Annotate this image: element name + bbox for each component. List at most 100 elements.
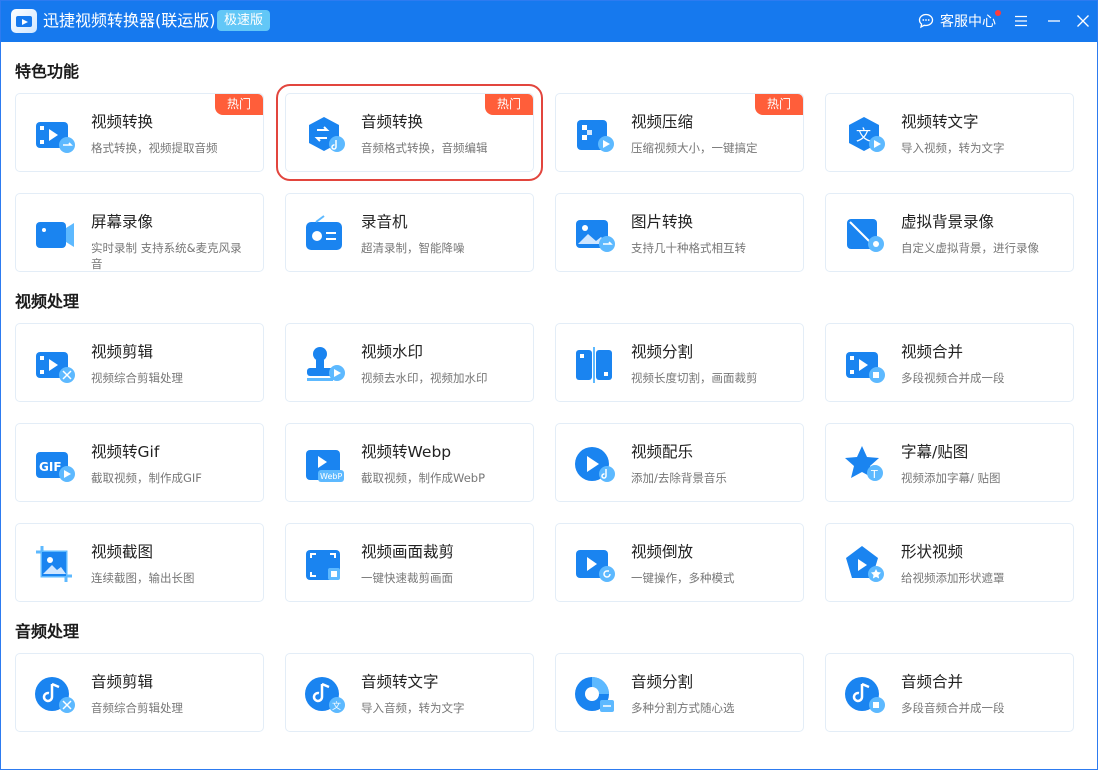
tool-card-audio-merge[interactable]: 音频合并多段音频合并成一段 bbox=[825, 653, 1074, 732]
customer-service-label: 客服中心 bbox=[940, 14, 996, 30]
svg-text:文: 文 bbox=[332, 700, 341, 712]
tool-description: 支持几十种格式相互转 bbox=[631, 241, 746, 255]
hamburger-menu-icon bbox=[1015, 15, 1027, 27]
hot-badge: 热门 bbox=[484, 94, 533, 115]
svg-text:WebP: WebP bbox=[320, 472, 342, 481]
tool-description: 压缩视频大小，一键搞定 bbox=[631, 141, 758, 155]
tool-name: 字幕/贴图 bbox=[901, 443, 969, 461]
tool-name: 视频画面裁剪 bbox=[361, 543, 455, 561]
tool-card-virtual-bg-record[interactable]: 虚拟背景录像 自定义虚拟背景，进行录像 bbox=[825, 193, 1074, 272]
webp-icon: WebP bbox=[306, 450, 344, 482]
tool-name: 音频剪辑 bbox=[91, 673, 154, 691]
tool-description: 给视频添加形状遮罩 bbox=[901, 571, 1005, 585]
audio-merge-icon bbox=[845, 677, 885, 713]
tool-name: 音频分割 bbox=[631, 673, 694, 691]
tool-description: 自定义虚拟背景，进行录像 bbox=[901, 241, 1039, 255]
tool-name: 视频水印 bbox=[361, 343, 424, 361]
tool-description: 视频长度切割，画面裁剪 bbox=[631, 371, 758, 385]
video-music-icon bbox=[575, 447, 615, 482]
tool-name: 视频剪辑 bbox=[91, 343, 154, 361]
audio-to-text-icon: 文 bbox=[305, 677, 345, 713]
subtitle-sticker-icon: T bbox=[845, 446, 883, 481]
tool-card-screenshot[interactable]: 视频截图 连续截图，输出长图 bbox=[15, 523, 264, 602]
screen-record-icon bbox=[36, 222, 74, 248]
section-title-features: 特色功能 bbox=[15, 62, 80, 81]
svg-text:GIF: GIF bbox=[39, 460, 62, 474]
tool-description: 多段视频合并成一段 bbox=[901, 371, 1005, 385]
tool-description: 超清录制，智能降噪 bbox=[361, 241, 465, 255]
screenshot-icon bbox=[36, 546, 72, 582]
video-compress-icon bbox=[577, 120, 614, 152]
video-edit-icon bbox=[36, 352, 75, 383]
tool-description: 截取视频，制作成GIF bbox=[91, 471, 202, 485]
close-button[interactable] bbox=[1073, 11, 1093, 31]
section-title-video: 视频处理 bbox=[15, 292, 80, 311]
tool-card-video-merge[interactable]: 视频合并多段视频合并成一段 bbox=[825, 323, 1074, 402]
svg-text:文: 文 bbox=[856, 126, 871, 144]
tool-description: 添加/去除背景音乐 bbox=[631, 471, 727, 485]
tool-name: 视频转文字 bbox=[901, 113, 979, 131]
tool-card-video-to-text[interactable]: 文 视频转文字导入视频，转为文字 bbox=[825, 93, 1074, 172]
tool-card-video-convert[interactable]: 视频转换 格式转换，视频提取音频 热门 bbox=[15, 93, 264, 172]
tool-description: 视频综合剪辑处理 bbox=[91, 371, 183, 385]
tool-description: 音频综合剪辑处理 bbox=[91, 701, 183, 715]
tool-card-video-music[interactable]: 视频配乐添加/去除背景音乐 bbox=[555, 423, 804, 502]
watermark-icon bbox=[307, 347, 345, 381]
tool-card-image-convert[interactable]: 图片转换 支持几十种格式相互转 bbox=[555, 193, 804, 272]
tool-card-reverse[interactable]: 视频倒放一键操作，多种模式 bbox=[555, 523, 804, 602]
tool-card-watermark[interactable]: 视频水印 视频去水印，视频加水印 bbox=[285, 323, 534, 402]
tool-name: 形状视频 bbox=[901, 543, 964, 561]
hot-badge: 热门 bbox=[754, 94, 803, 115]
minimize-button[interactable] bbox=[1044, 11, 1064, 31]
tool-description: 多种分割方式随心选 bbox=[631, 701, 735, 715]
tool-card-audio-split[interactable]: 音频分割多种分割方式随心选 bbox=[555, 653, 804, 732]
tool-name: 音频转换 bbox=[361, 113, 424, 131]
tool-card-video-split[interactable]: 视频分割视频长度切割，画面裁剪 bbox=[555, 323, 804, 402]
tool-description: 音频格式转换，音频编辑 bbox=[361, 141, 488, 155]
tool-name: 视频配乐 bbox=[631, 443, 694, 461]
tool-card-recorder[interactable]: 录音机超清录制，智能降噪 bbox=[285, 193, 534, 272]
tool-description: 一键快速裁剪画面 bbox=[361, 571, 453, 585]
tool-card-audio-convert[interactable]: 音频转换音频格式转换，音频编辑 热门 bbox=[276, 84, 543, 181]
tool-description: 导入视频，转为文字 bbox=[901, 141, 1005, 155]
tool-name: 视频分割 bbox=[631, 343, 694, 361]
tool-description: 实时录制 支持系统&麦克风录音 bbox=[91, 241, 242, 271]
tool-card-crop[interactable]: 视频画面裁剪一键快速裁剪画面 bbox=[285, 523, 534, 602]
tool-card-screen-record[interactable]: 屏幕录像实时录制 支持系统&麦克风录音 bbox=[15, 193, 264, 272]
hot-badge: 热门 bbox=[214, 94, 263, 115]
app-logo-icon bbox=[11, 9, 37, 33]
tool-card-shape-video[interactable]: 形状视频给视频添加形状遮罩 bbox=[825, 523, 1074, 602]
app-title: 迅捷视频转换器(联运版) bbox=[43, 11, 216, 30]
tool-description: 视频添加字幕/ 贴图 bbox=[901, 471, 1001, 485]
tool-card-audio-to-text[interactable]: 文 音频转文字 导入音频，转为文字 bbox=[285, 653, 534, 732]
notification-dot bbox=[995, 10, 1001, 16]
image-convert-icon bbox=[576, 220, 615, 252]
tool-name: 视频转Webp bbox=[361, 443, 452, 461]
video-merge-icon bbox=[846, 352, 885, 383]
tool-card-subtitle-sticker[interactable]: T 字幕/贴图视频添加字幕/ 贴图 bbox=[825, 423, 1074, 502]
app-window: 迅捷视频转换器(联运版) 极速版 客服中心 特色功能 视频处理 音频处理 视频转… bbox=[0, 0, 1098, 770]
tool-name: 视频倒放 bbox=[631, 543, 694, 561]
audio-convert-icon bbox=[309, 117, 345, 152]
close-icon bbox=[1077, 15, 1089, 27]
edition-badge: 极速版 bbox=[217, 10, 271, 31]
customer-service-button[interactable]: 客服中心 bbox=[918, 10, 1001, 31]
tool-name: 视频合并 bbox=[901, 343, 964, 361]
tool-card-video-compress[interactable]: 视频压缩压缩视频大小，一键搞定 热门 bbox=[555, 93, 804, 172]
tool-description: 多段音频合并成一段 bbox=[901, 701, 1005, 715]
tool-name: 视频压缩 bbox=[631, 113, 694, 131]
svg-text:T: T bbox=[870, 468, 878, 481]
tool-name: 音频合并 bbox=[901, 673, 964, 691]
tool-card-gif[interactable]: GIF 视频转Gif 截取视频，制作成GIF bbox=[15, 423, 264, 502]
tool-name: 屏幕录像 bbox=[91, 213, 154, 231]
tool-description: 一键操作，多种模式 bbox=[631, 571, 735, 585]
tool-card-audio-edit[interactable]: 音频剪辑音频综合剪辑处理 bbox=[15, 653, 264, 732]
tool-name: 录音机 bbox=[361, 213, 408, 231]
menu-button[interactable] bbox=[1011, 11, 1031, 31]
tool-name: 视频截图 bbox=[91, 543, 154, 561]
tool-card-webp[interactable]: WebP 视频转Webp 截取视频，制作成WebP bbox=[285, 423, 534, 502]
tool-description: 截取视频，制作成WebP bbox=[361, 471, 486, 485]
tool-name: 视频转换 bbox=[91, 113, 154, 131]
audio-split-icon bbox=[575, 677, 614, 712]
tool-card-video-edit[interactable]: 视频剪辑视频综合剪辑处理 bbox=[15, 323, 264, 402]
